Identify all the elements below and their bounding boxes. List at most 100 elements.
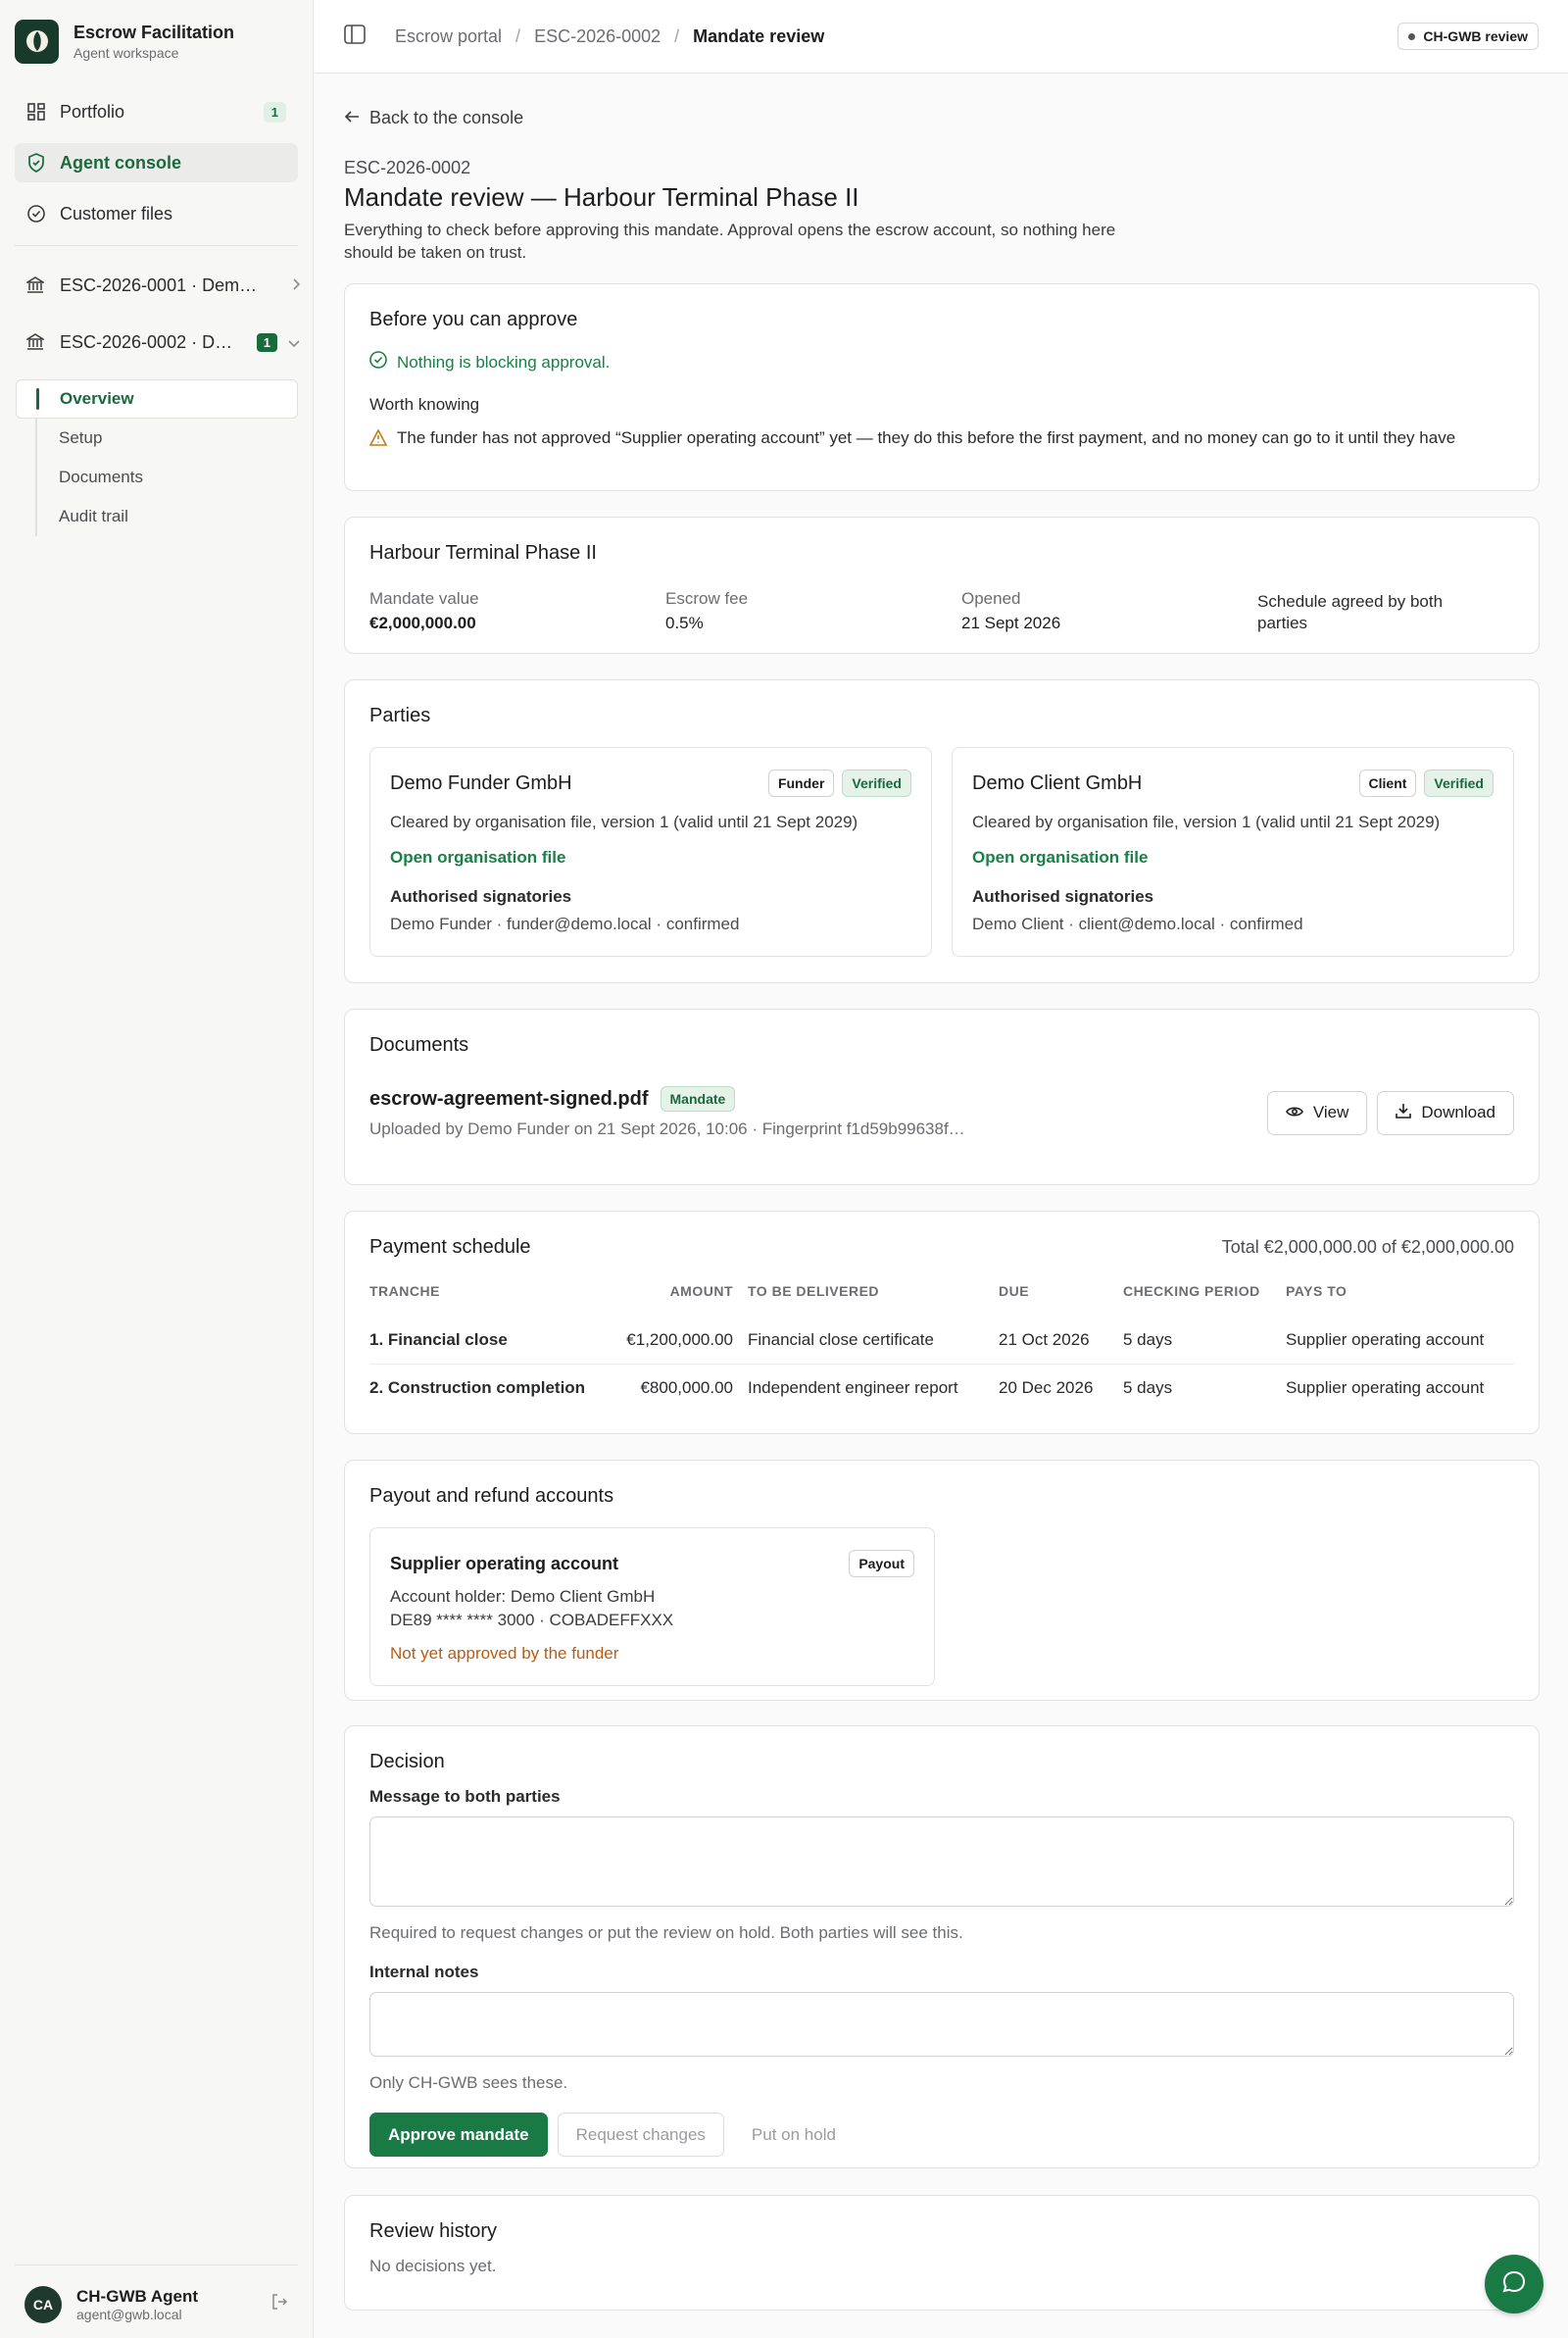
user-name: CH-GWB Agent	[76, 2286, 199, 2306]
card-title: Parties	[369, 705, 431, 726]
mandate-subnav: Overview Setup Documents Audit trail	[16, 379, 313, 536]
clearance-text: Cleared by organisation file, version 1 …	[972, 813, 1441, 831]
approval-checks-card: Before you can approve Nothing is blocki…	[344, 283, 1540, 491]
account-iban: DE89 **** **** 3000 · COBADEFFXXX	[390, 1611, 674, 1629]
breadcrumb-separator: /	[515, 25, 521, 46]
parties-card: Parties Demo Funder GmbH Funder Verified…	[344, 679, 1540, 983]
open-organisation-file-link[interactable]: Open organisation file	[972, 848, 1494, 868]
chat-button[interactable]	[1485, 2255, 1544, 2313]
nav-customer-files[interactable]: Customer files	[15, 194, 298, 233]
stat-label: Mandate value	[369, 589, 479, 608]
card-title: Decision	[369, 1751, 445, 1772]
signatory-line: Demo Client · client@demo.local · confir…	[972, 915, 1303, 933]
payment-schedule-table: TRANCHE AMOUNT TO BE DELIVERED DUE CHECK…	[369, 1283, 1514, 1412]
request-changes-button[interactable]: Request changes	[557, 2113, 724, 2157]
table-row: 1. Financial close €1,200,000.00 Financi…	[369, 1317, 1514, 1365]
approve-mandate-button[interactable]: Approve mandate	[369, 2113, 548, 2157]
environment-badge: CH-GWB review	[1397, 23, 1539, 50]
nav-agent-console[interactable]: Agent console	[15, 143, 298, 182]
count-badge: 1	[256, 332, 277, 352]
warning-text: The funder has not approved “Supplier op…	[397, 428, 1456, 447]
warning-icon	[368, 428, 388, 453]
check-circle-icon	[26, 204, 46, 224]
eye-icon	[1285, 1103, 1303, 1122]
subnav-setup[interactable]: Setup	[37, 419, 313, 458]
back-link[interactable]: Back to the console	[344, 108, 1540, 128]
check-circle-icon	[369, 351, 387, 373]
breadcrumb-separator: /	[674, 25, 680, 46]
brand[interactable]: Escrow Facilitation Agent workspace	[0, 0, 313, 82]
warning-item: The funder has not approved “Supplier op…	[368, 426, 1514, 453]
user-menu[interactable]: CA CH-GWB Agent agent@gwb.local	[15, 2264, 298, 2323]
table-header: TRANCHE AMOUNT TO BE DELIVERED DUE CHECK…	[369, 1283, 1514, 1317]
button-label: View	[1312, 1103, 1349, 1121]
no-blockers-status: Nothing is blocking approval.	[369, 351, 1514, 373]
breadcrumb-portal[interactable]: Escrow portal	[395, 26, 502, 47]
role-badge: Funder	[767, 770, 835, 797]
subnav-documents[interactable]: Documents	[37, 458, 313, 497]
chat-bubble-icon	[1501, 2269, 1527, 2300]
nav-label: Agent console	[60, 152, 182, 173]
card-title: Harbour Terminal Phase II	[369, 542, 597, 564]
stat-value: 21 Sept 2026	[961, 614, 1061, 632]
signatories-title: Authorised signatories	[972, 887, 1154, 906]
deliverable-cell: Independent engineer report	[748, 1364, 999, 1412]
tranche-cell: 2. Construction completion	[369, 1364, 622, 1412]
amount-cell: €800,000.00	[622, 1364, 748, 1412]
verified-badge: Verified	[842, 770, 911, 797]
table-row: 2. Construction completion €800,000.00 I…	[369, 1364, 1514, 1412]
role-badge: Client	[1358, 770, 1417, 797]
count-badge: 1	[263, 101, 286, 123]
arrow-left-icon	[344, 108, 360, 128]
column-header: DUE	[999, 1283, 1030, 1299]
breadcrumb-mandate[interactable]: ESC-2026-0002	[534, 26, 661, 47]
accounts-card: Payout and refund accounts Supplier oper…	[344, 1460, 1540, 1701]
pays-to-cell: Supplier operating account	[1286, 1330, 1485, 1349]
breadcrumb: Escrow portal / ESC-2026-0002 / Mandate …	[395, 26, 824, 47]
sidebar: Escrow Facilitation Agent workspace Port…	[0, 0, 314, 2338]
mandate-esc-0001[interactable]: ESC-2026-0001 · Dem…	[0, 266, 313, 305]
stat-mandate-value: Mandate value €2,000,000.00	[369, 589, 665, 634]
nav-portfolio[interactable]: Portfolio 1	[15, 92, 298, 131]
subnav-overview[interactable]: Overview	[16, 379, 298, 419]
document-name[interactable]: escrow-agreement-signed.pdf	[369, 1088, 649, 1111]
subnav-audit-trail[interactable]: Audit trail	[37, 497, 313, 536]
logout-icon[interactable]	[270, 2293, 288, 2315]
brand-subtitle: Agent workspace	[74, 44, 179, 61]
message-label: Message to both parties	[369, 1787, 561, 1806]
put-on-hold-button[interactable]: Put on hold	[734, 2113, 854, 2157]
message-hint: Required to request changes or put the r…	[369, 1923, 963, 1942]
chevron-right-icon	[291, 275, 301, 296]
due-cell: 20 Dec 2026	[999, 1364, 1123, 1412]
stat-label: Escrow fee	[665, 589, 749, 608]
open-organisation-file-link[interactable]: Open organisation file	[390, 848, 911, 868]
brand-title: Escrow Facilitation	[74, 22, 235, 42]
message-field[interactable]	[369, 1816, 1514, 1907]
avatar: CA	[24, 2285, 62, 2323]
amount-cell: €1,200,000.00	[626, 1330, 733, 1349]
mandate-esc-0002[interactable]: ESC-2026-0002 · D… 1	[0, 323, 313, 362]
column-header: TRANCHE	[369, 1283, 440, 1299]
checking-period-cell: 5 days	[1123, 1364, 1286, 1412]
sidebar-toggle-icon[interactable]	[344, 24, 366, 49]
download-button[interactable]: Download	[1377, 1090, 1514, 1135]
deliverable-cell: Financial close certificate	[748, 1330, 934, 1349]
payout-badge: Payout	[849, 1550, 914, 1577]
summary-stats: Mandate value €2,000,000.00 Escrow fee 0…	[369, 589, 1514, 634]
stat-label: Opened	[961, 589, 1021, 608]
account-approval-status: Not yet approved by the funder	[390, 1644, 619, 1663]
button-label: Download	[1421, 1103, 1495, 1121]
user-email: agent@gwb.local	[76, 2306, 182, 2322]
view-button[interactable]: View	[1266, 1090, 1368, 1135]
internal-notes-label: Internal notes	[369, 1963, 479, 1981]
due-cell: 21 Oct 2026	[999, 1330, 1090, 1349]
internal-notes-field[interactable]	[369, 1992, 1514, 2057]
column-header: TO BE DELIVERED	[748, 1283, 880, 1299]
main-nav: Portfolio 1 Agent console Customer files	[0, 82, 313, 233]
documents-card: Documents escrow-agreement-signed.pdf Ma…	[344, 1009, 1540, 1185]
tranche-cell: 1. Financial close	[369, 1330, 508, 1349]
account-item: Supplier operating account Payout Accoun…	[369, 1527, 935, 1686]
card-title: Documents	[369, 1034, 469, 1056]
topbar: Escrow portal / ESC-2026-0002 / Mandate …	[315, 0, 1568, 74]
worth-knowing-title: Worth knowing	[369, 395, 480, 414]
